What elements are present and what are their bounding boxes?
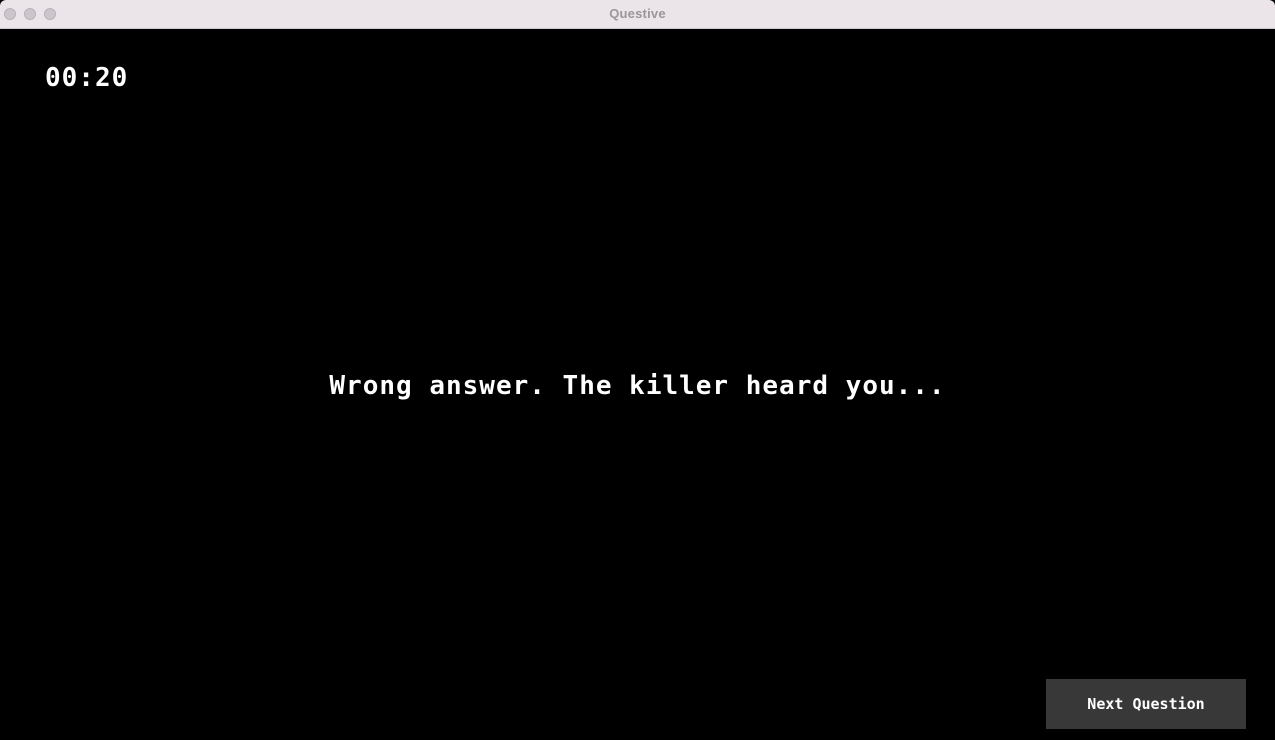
window-titlebar[interactable]: Questive <box>0 0 1275 29</box>
countdown-timer: 00:20 <box>45 63 129 93</box>
game-screen: 00:20 Wrong answer. The killer heard you… <box>0 29 1275 740</box>
result-message: Wrong answer. The killer heard you... <box>329 371 946 401</box>
window-title: Questive <box>609 6 666 21</box>
next-question-button[interactable]: Next Question <box>1046 679 1246 729</box>
app-window: Questive 00:20 Wrong answer. The killer … <box>0 0 1275 740</box>
